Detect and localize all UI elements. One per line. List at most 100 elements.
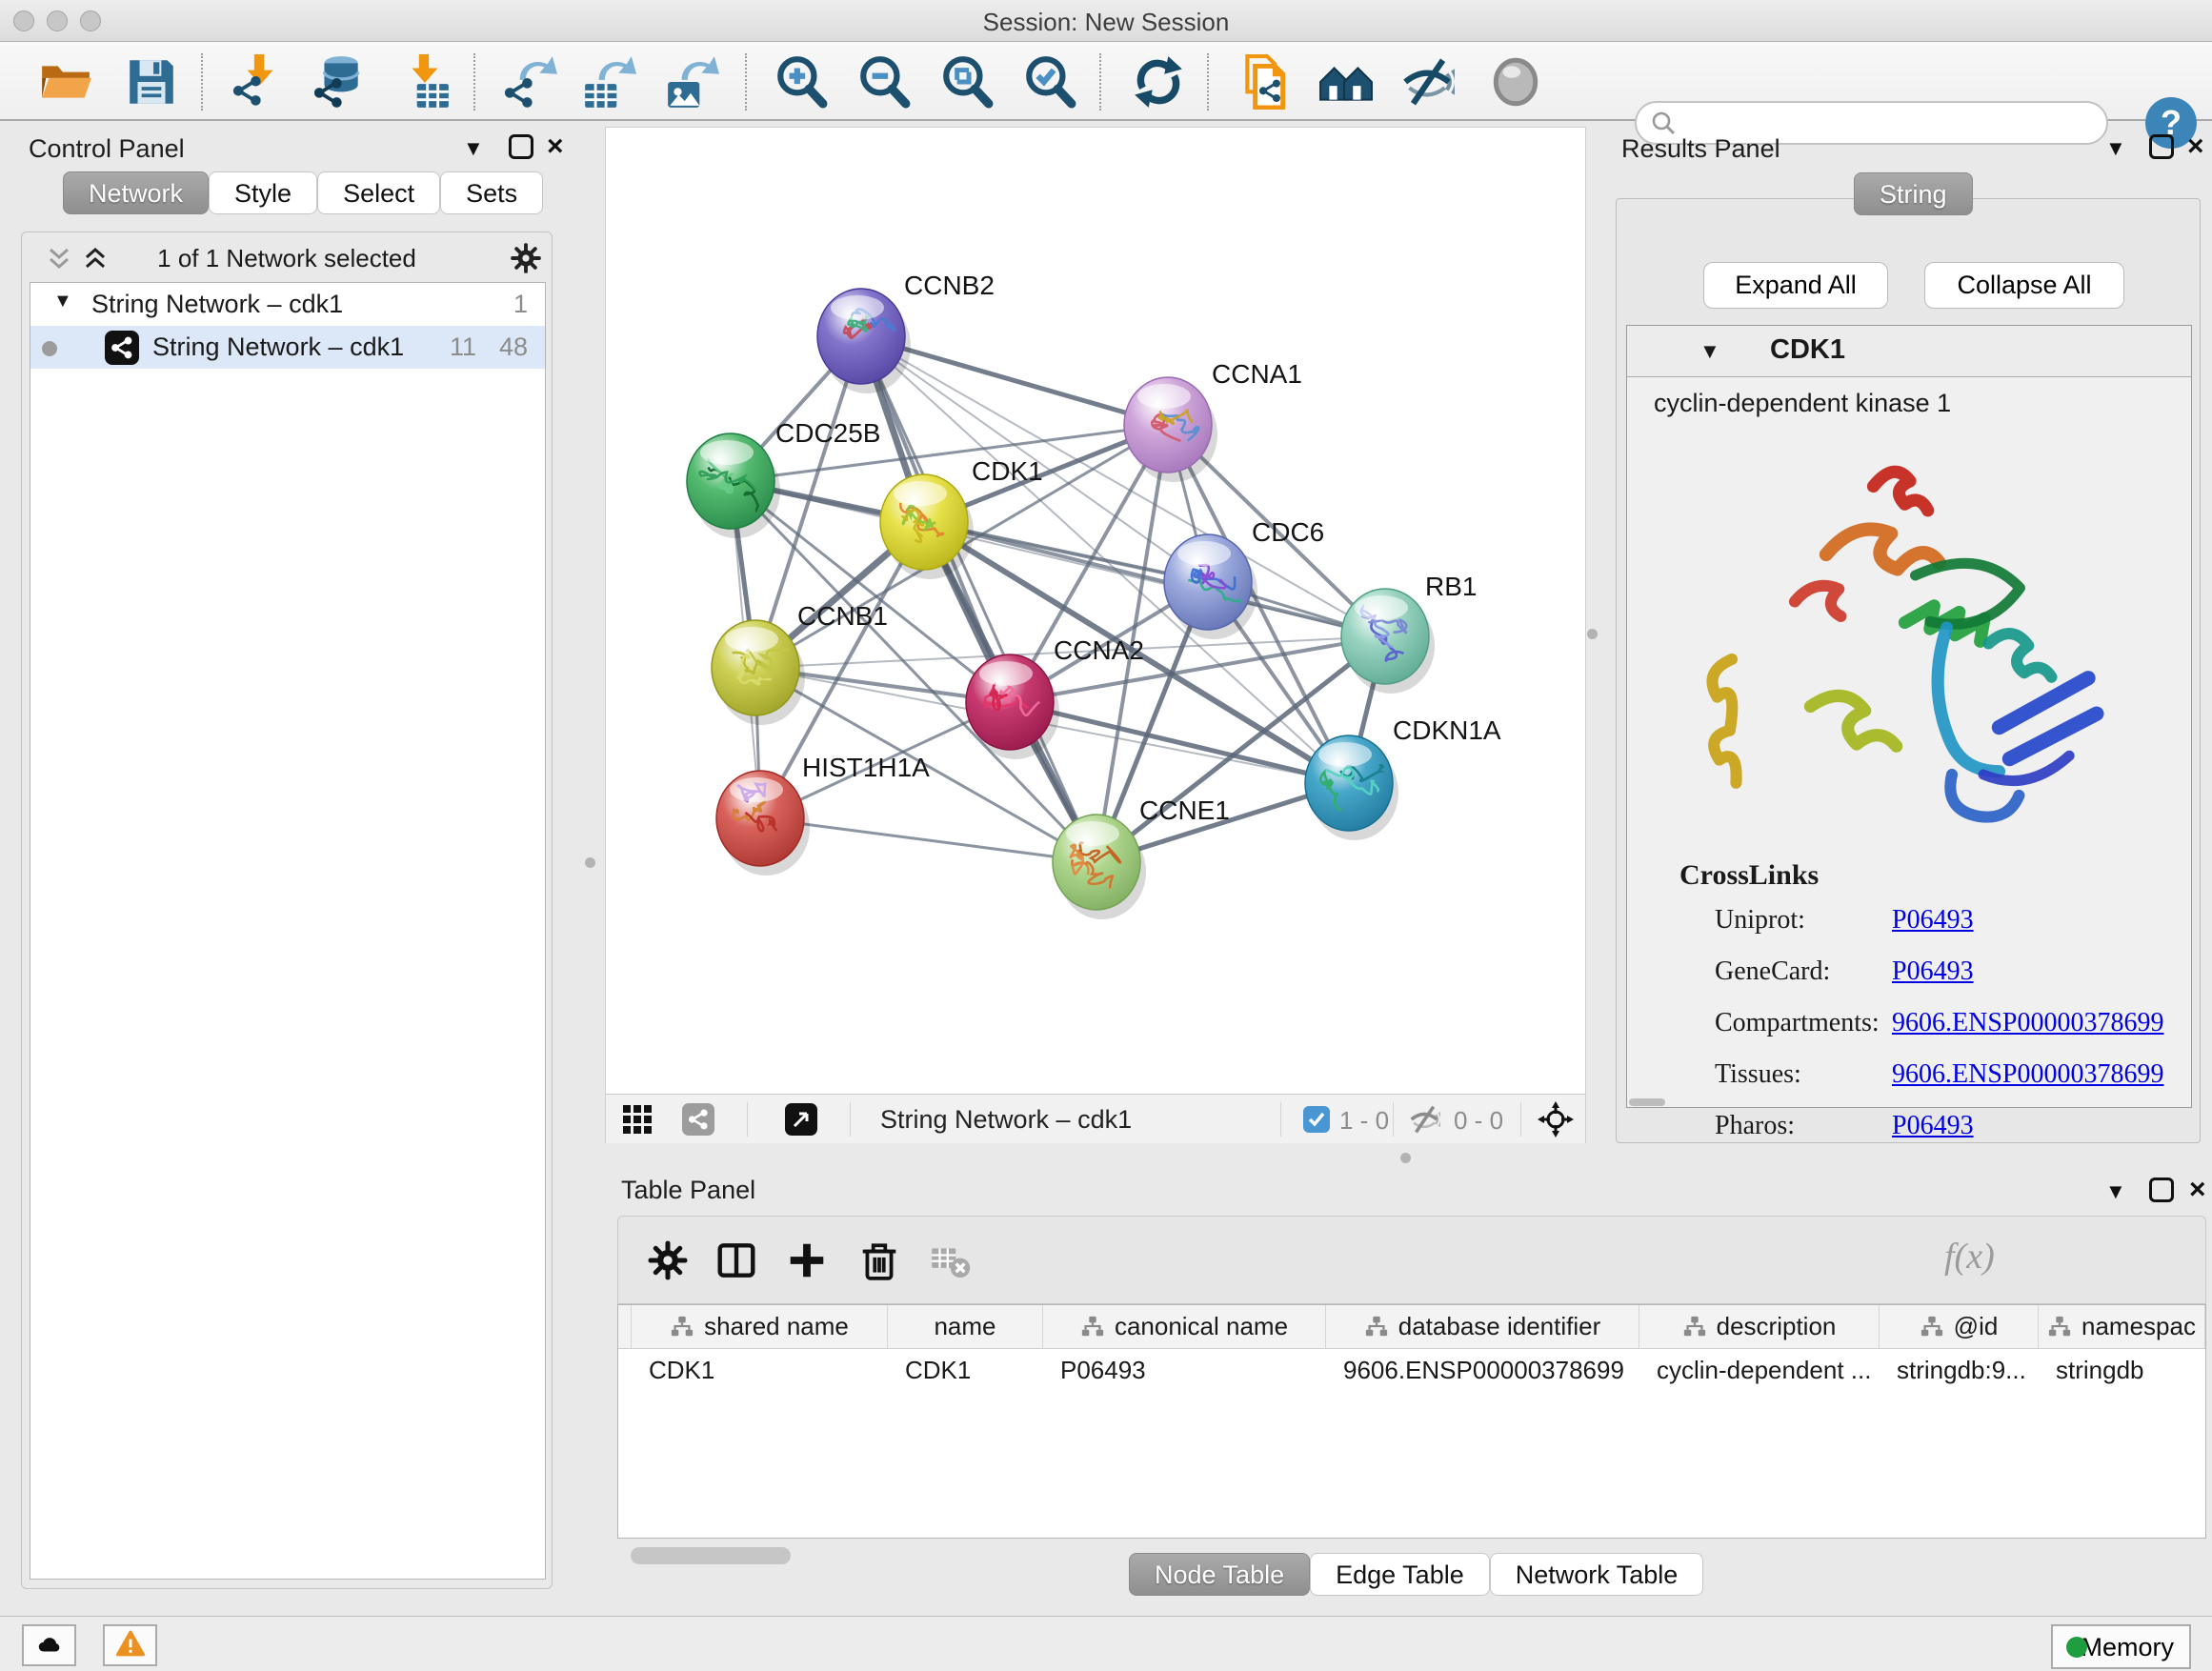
table-scrollbar-handle[interactable] [631, 1547, 791, 1564]
bottom-splitter-handle[interactable] [1400, 1153, 1411, 1163]
export-image-button[interactable] [664, 54, 719, 110]
card-scrollbar-handle[interactable] [1629, 1098, 1665, 1106]
zoom-out-button[interactable] [856, 54, 912, 110]
hide-selected-button[interactable] [1399, 54, 1455, 110]
network-edge-CCNB2-CCNE1[interactable] [861, 336, 1096, 862]
right-splitter-handle[interactable] [1587, 629, 1598, 639]
import-table-file-button[interactable] [397, 54, 452, 110]
expand-all-button[interactable]: Expand All [1703, 262, 1888, 309]
column-header-canonical-name[interactable]: canonical name [1043, 1305, 1326, 1348]
zoom-in-button[interactable] [774, 54, 829, 110]
network-view-toolbar: String Network – cdk1 1 - 0 0 - 0 [606, 1094, 1585, 1143]
birdseye-crosshair-icon[interactable] [1536, 1099, 1576, 1139]
table-tab-edge-table[interactable]: Edge Table [1310, 1553, 1490, 1596]
results-panel-close-button[interactable]: × [2187, 131, 2204, 163]
control-panel-close-button[interactable]: × [547, 131, 564, 163]
network-edge-HIST1H1A-CCNE1[interactable] [760, 818, 1096, 862]
network-canvas[interactable]: CCNB2CCNA1CDC25BCDK1CDC6RB1CCNB1CCNA2CDK… [606, 128, 1585, 1094]
protein-name: CDK1 [1770, 334, 1845, 366]
results-panel-float-button[interactable] [2149, 134, 2174, 159]
cell-description[interactable]: cyclin-dependent ... [1639, 1349, 1880, 1391]
control-tab-style[interactable]: Style [209, 171, 317, 214]
cell-canonical-name[interactable]: P06493 [1043, 1349, 1326, 1391]
table-row[interactable]: CDK1CDK1P064939606.ENSP00000378699cyclin… [618, 1349, 2205, 1391]
zoom-selected-button[interactable] [1022, 54, 1077, 110]
column-header-shared-name[interactable]: shared name [632, 1305, 888, 1348]
selected-checkbox-icon[interactable] [1303, 1106, 1330, 1133]
control-tab-network[interactable]: Network [63, 171, 209, 214]
cloud-status-button[interactable] [22, 1624, 76, 1666]
column-header-name[interactable]: name [888, 1305, 1043, 1348]
results-panel: Results Panel ▼ × String Expand All Coll… [1610, 127, 2206, 1143]
node-label-CCNB2: CCNB2 [904, 271, 995, 300]
add-column-icon[interactable] [786, 1239, 828, 1281]
crosslink-link[interactable]: 9606.ENSP00000378699 [1892, 1059, 2163, 1090]
collection-count: 1 [513, 290, 528, 319]
memory-status-button[interactable]: Memory [2051, 1624, 2191, 1669]
network-collection-row[interactable]: ▼ String Network – cdk1 1 [30, 283, 545, 326]
column-header-description[interactable]: description [1639, 1305, 1880, 1348]
cell-namespac[interactable]: stringdb [2039, 1349, 2205, 1391]
control-panel-menu-icon[interactable]: ▼ [463, 136, 484, 161]
table-tab-node-table[interactable]: Node Table [1129, 1553, 1310, 1596]
first-neighbors-button[interactable] [1318, 54, 1374, 110]
import-network-file-button[interactable] [231, 54, 286, 110]
collapse-all-button[interactable]: Collapse All [1924, 262, 2124, 309]
delete-table-icon[interactable] [929, 1239, 971, 1281]
table-panel-close-button[interactable]: × [2189, 1174, 2206, 1206]
crosslink-link[interactable]: P06493 [1892, 956, 1974, 987]
detach-view-icon[interactable] [785, 1103, 817, 1136]
apply-layout-button[interactable] [1131, 54, 1186, 110]
left-splitter-handle[interactable] [585, 857, 595, 868]
delete-column-icon[interactable] [858, 1239, 900, 1281]
protein-description: cyclin-dependent kinase 1 [1654, 389, 1951, 418]
cell--id[interactable]: stringdb:9... [1880, 1349, 2039, 1391]
collection-expander-icon[interactable]: ▼ [53, 291, 72, 312]
crosslink-row: Compartments:9606.ENSP00000378699 [1627, 995, 2191, 1046]
table-panel-menu-icon[interactable]: ▼ [2105, 1179, 2126, 1204]
annotations-document-button[interactable] [1237, 54, 1293, 110]
column-header-database-identifier[interactable]: database identifier [1326, 1305, 1639, 1348]
warnings-button[interactable] [103, 1624, 157, 1666]
results-panel-menu-icon[interactable]: ▼ [2105, 136, 2126, 161]
crosslink-link[interactable]: 9606.ENSP00000378699 [1892, 1008, 2163, 1038]
column-header-namespac[interactable]: namespac [2039, 1305, 2205, 1348]
show-all-button[interactable] [1488, 54, 1543, 110]
table-header-row: shared namenamecanonical namedatabase id… [618, 1305, 2205, 1349]
crosslink-row: Tissues:9606.ENSP00000378699 [1627, 1046, 2191, 1097]
grid-view-icon[interactable] [621, 1103, 654, 1136]
cell-shared-name[interactable]: CDK1 [632, 1349, 888, 1391]
table-options-gear-icon[interactable] [647, 1239, 689, 1281]
network-edge-CCNA2-CDKN1A[interactable] [1010, 702, 1349, 783]
node-label-CCNA2: CCNA2 [1054, 635, 1144, 665]
control-tab-sets[interactable]: Sets [440, 171, 543, 214]
hidden-eye-icon[interactable] [1408, 1103, 1440, 1136]
control-tab-select[interactable]: Select [317, 171, 440, 214]
save-session-button[interactable] [124, 54, 179, 110]
network-view-icon[interactable] [682, 1103, 714, 1136]
cell-database-identifier[interactable]: 9606.ENSP00000378699 [1326, 1349, 1639, 1391]
zoom-fit-button[interactable] [939, 54, 995, 110]
network-view[interactable]: CCNB2CCNA1CDC25BCDK1CDC6RB1CCNB1CCNA2CDK… [605, 127, 1586, 1143]
import-network-database-button[interactable] [312, 54, 367, 110]
function-builder-button[interactable]: f(x) [1944, 1236, 1995, 1278]
cell-name[interactable]: CDK1 [888, 1349, 1043, 1391]
row-gutter [618, 1305, 632, 1348]
show-columns-icon[interactable] [715, 1239, 757, 1281]
crosslink-link[interactable]: P06493 [1892, 1111, 1974, 1141]
protein-section-header[interactable]: ▼ CDK1 [1627, 326, 2191, 377]
export-network-button[interactable] [502, 54, 557, 110]
table-panel-float-button[interactable] [2149, 1178, 2174, 1202]
results-tab-string[interactable]: String [1854, 172, 1973, 215]
export-table-button[interactable] [581, 54, 636, 110]
crosslink-link[interactable]: P06493 [1892, 905, 1974, 936]
protein-expander-icon[interactable]: ▼ [1699, 339, 1720, 364]
network-row[interactable]: String Network – cdk1 11 48 [30, 326, 545, 369]
table-tab-network-table[interactable]: Network Table [1490, 1553, 1704, 1596]
shared-column-icon [1682, 1315, 1707, 1339]
column-header--id[interactable]: @id [1880, 1305, 2039, 1348]
open-session-button[interactable] [38, 54, 93, 110]
shared-column-icon [670, 1315, 694, 1339]
network-options-gear-icon[interactable] [510, 242, 542, 274]
control-panel-float-button[interactable] [509, 134, 533, 159]
